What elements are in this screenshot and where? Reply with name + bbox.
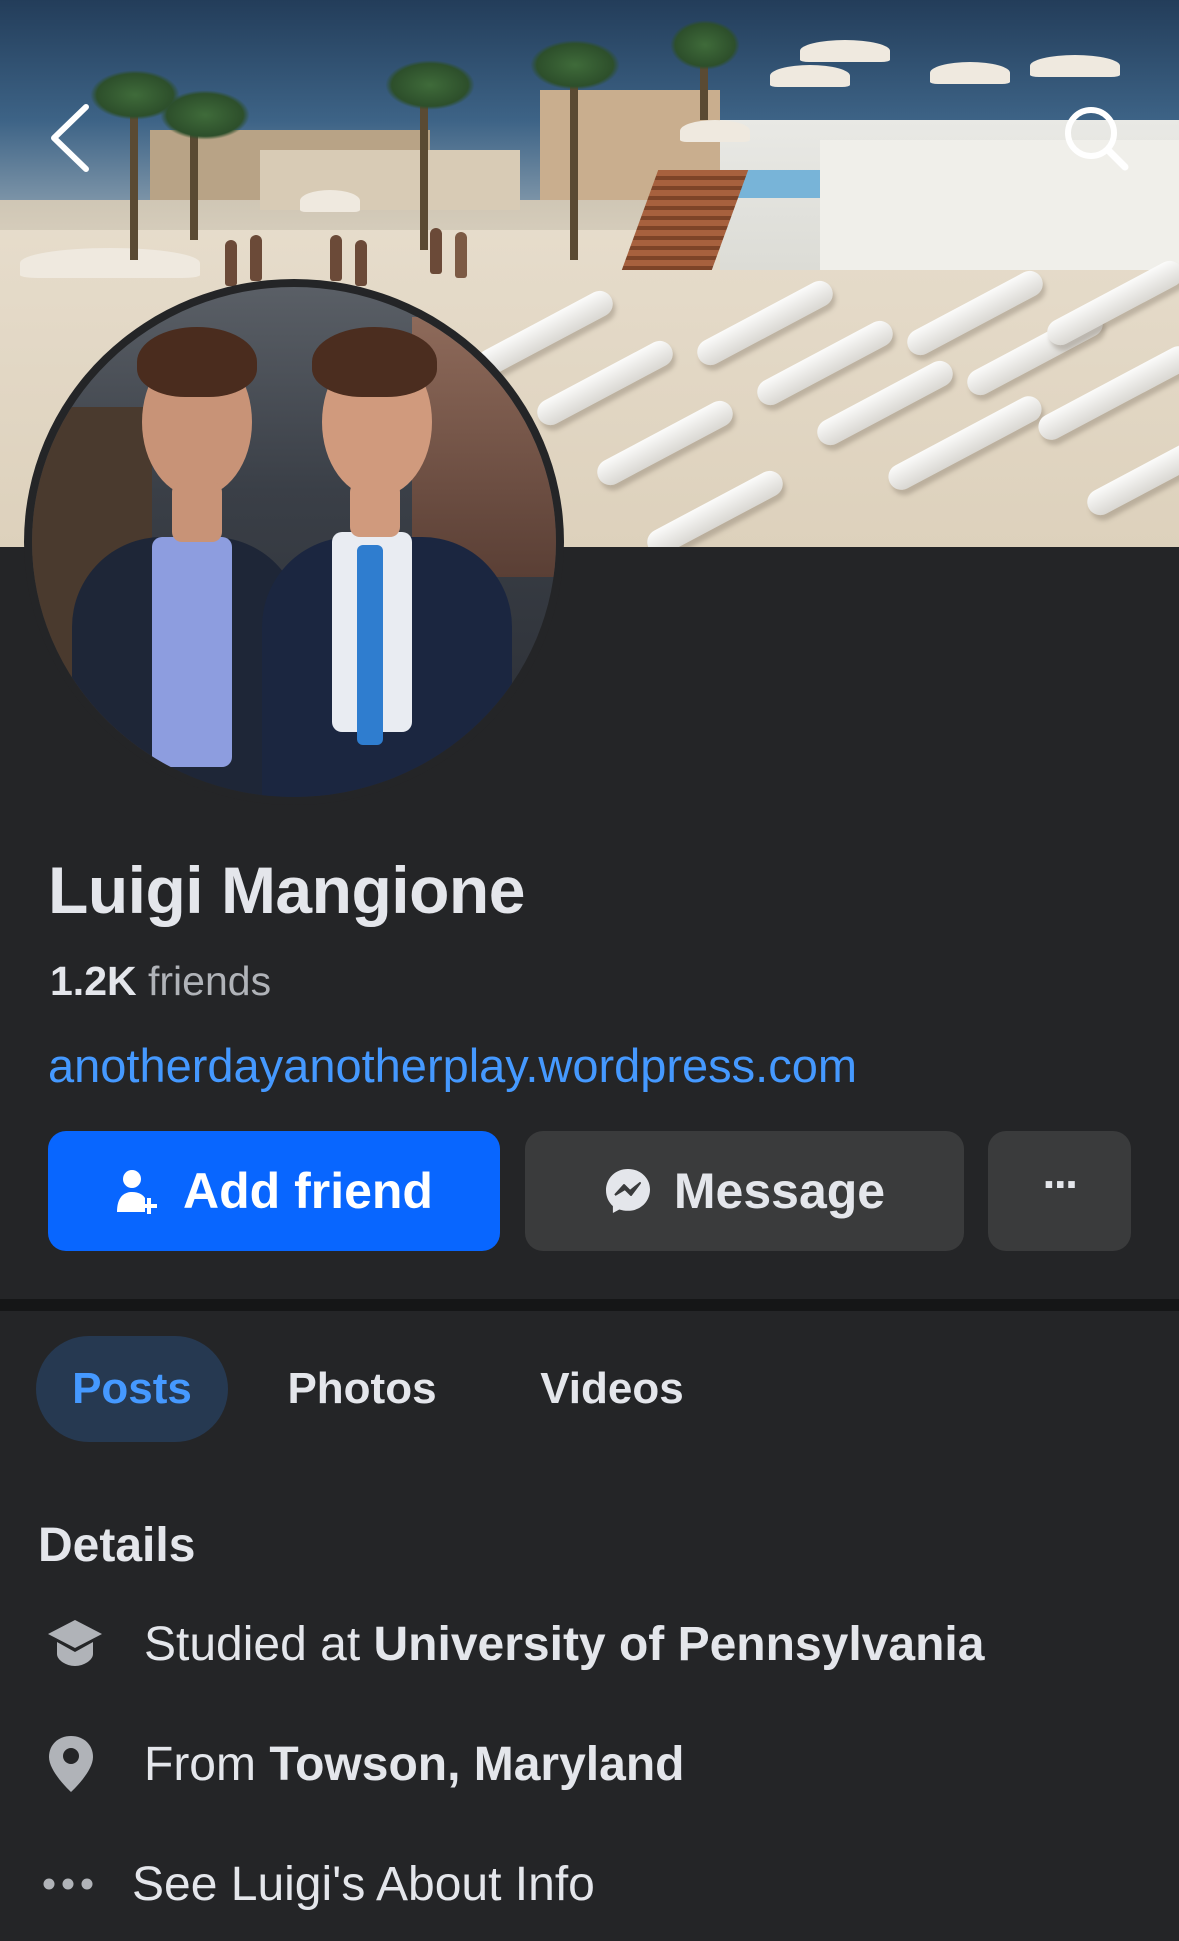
profile-avatar[interactable]	[24, 279, 564, 805]
hometown-prefix: From	[144, 1737, 256, 1791]
more-options-button[interactable]: ···	[988, 1131, 1131, 1251]
tab-photos[interactable]: Photos	[262, 1336, 462, 1442]
back-chevron-icon	[51, 104, 89, 172]
about-info-label: See Luigi's About Info	[132, 1857, 595, 1911]
education-prefix: Studied at	[144, 1617, 361, 1671]
friends-count-label: friends	[148, 958, 272, 1004]
message-label: Message	[673, 1163, 886, 1219]
section-divider	[0, 1299, 1179, 1311]
friends-count-value: 1.2K	[50, 958, 137, 1004]
search-button[interactable]	[1056, 98, 1136, 178]
website-link[interactable]: anotherdayanotherplay.wordpress.com	[48, 1038, 857, 1093]
detail-education[interactable]: Studied at University of Pennsylvania	[38, 1604, 984, 1684]
messenger-icon	[605, 1169, 650, 1213]
see-about-info-link[interactable]: See Luigi's About Info	[38, 1844, 595, 1924]
details-heading: Details	[38, 1519, 196, 1572]
location-pin-icon	[49, 1736, 93, 1792]
search-icon	[1065, 107, 1129, 171]
profile-name: Luigi Mangione	[48, 853, 525, 927]
more-dots-icon	[43, 1878, 93, 1890]
hometown-place[interactable]: Towson, Maryland	[269, 1738, 684, 1791]
add-friend-button[interactable]: Add friend	[48, 1131, 500, 1251]
back-button[interactable]	[30, 98, 110, 178]
add-friend-icon	[117, 1170, 157, 1214]
tab-videos[interactable]: Videos	[512, 1336, 712, 1442]
message-button[interactable]: Message	[525, 1131, 964, 1251]
graduation-cap-icon	[48, 1620, 102, 1666]
add-friend-label: Add friend	[183, 1163, 433, 1219]
more-options-icon: ···	[1042, 1158, 1081, 1210]
tab-posts[interactable]: Posts	[36, 1336, 228, 1442]
friends-count[interactable]: 1.2K friends	[50, 958, 271, 1005]
profile-page: Luigi Mangione 1.2K friends anotherdayan…	[0, 0, 1179, 1941]
education-school[interactable]: University of Pennsylvania	[374, 1618, 985, 1671]
detail-hometown[interactable]: From Towson, Maryland	[38, 1724, 684, 1804]
